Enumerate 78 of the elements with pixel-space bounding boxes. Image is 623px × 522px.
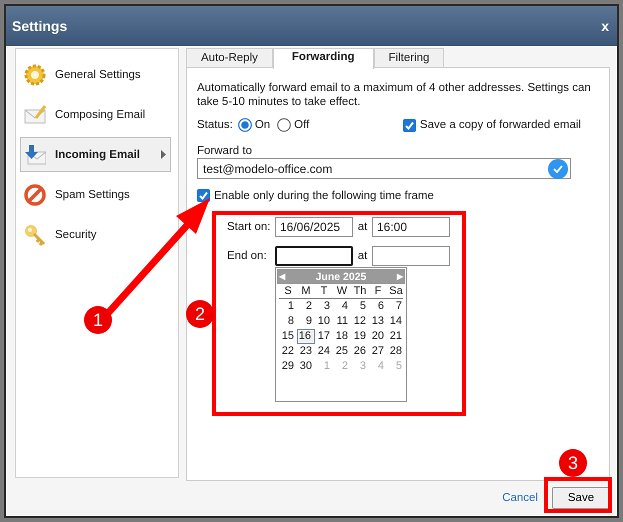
calendar-day[interactable]: 4 <box>333 299 351 314</box>
radio-button[interactable] <box>277 118 292 132</box>
month-title: June 2025 <box>316 270 366 282</box>
checkbox[interactable] <box>402 118 416 132</box>
calendar-day[interactable]: 30 <box>297 359 315 374</box>
weekday-label: S <box>283 284 293 298</box>
checkbox-label: Enable only during the following time frame <box>214 190 434 202</box>
check-icon <box>548 158 568 178</box>
radio-label: Off <box>294 119 310 131</box>
cancel-link[interactable]: Cancel <box>502 492 538 504</box>
prohibited-icon <box>24 184 46 206</box>
close-button[interactable]: x <box>601 18 609 34</box>
status-label: Status: <box>197 119 233 131</box>
calendar-day[interactable]: 11 <box>333 314 351 329</box>
weekday-label: W <box>336 284 348 298</box>
calendar-day[interactable]: 25 <box>333 344 351 359</box>
weekday-label: Sa <box>388 284 404 298</box>
envelope-pencil-icon <box>24 104 46 126</box>
calendar-day[interactable]: 24 <box>315 344 333 359</box>
email-field[interactable]: test@modelo-office.com <box>197 158 571 179</box>
calendar-day[interactable]: 3 <box>315 299 333 314</box>
sidebar-item[interactable]: Incoming Email <box>20 137 171 172</box>
date-field[interactable]: 16/06/2025 <box>275 217 353 237</box>
calendar-day[interactable]: 20 <box>369 329 387 344</box>
calendar-day[interactable]: 14 <box>387 314 405 329</box>
calendar-day[interactable]: 10 <box>315 314 333 329</box>
caret-icon <box>161 150 166 159</box>
field-label: End on: <box>227 250 268 262</box>
weekday-label: T <box>320 284 328 298</box>
radio-label: On <box>254 119 270 131</box>
time-field[interactable] <box>372 246 450 266</box>
sidebar-item[interactable]: Composing Email <box>20 97 171 132</box>
calendar-day[interactable]: 6 <box>369 299 387 314</box>
calendar-day[interactable]: 22 <box>279 344 297 359</box>
key-icon <box>24 224 46 246</box>
radio-button[interactable] <box>238 118 252 132</box>
gear-icon <box>24 64 46 86</box>
description-text: Automatically forward email to a maximum of 4 other addresses. Settings can take 5-10 minutes to take effect. <box>197 81 592 109</box>
calendar-day[interactable]: 9 <box>297 314 315 329</box>
sidebar-item[interactable]: Security <box>20 217 171 252</box>
field-label: Start on: <box>227 221 272 233</box>
envelope-download-icon <box>24 144 46 166</box>
calendar-day[interactable]: 12 <box>351 314 369 329</box>
calendar-day[interactable]: 13 <box>369 314 387 329</box>
sidebar-item[interactable]: Spam Settings <box>20 177 171 212</box>
calendar-day[interactable]: 23 <box>297 344 315 359</box>
save-button[interactable]: Save <box>552 487 610 509</box>
weekday-label: F <box>374 284 382 298</box>
calendar-day[interactable]: 7 <box>387 299 405 314</box>
calendar-day[interactable]: 28 <box>387 344 405 359</box>
time-field[interactable]: 16:00 <box>372 217 450 237</box>
calendar-day[interactable]: 5 <box>351 299 369 314</box>
tab[interactable]: Forwarding <box>272 48 374 69</box>
highlight-frame <box>544 477 612 513</box>
tab[interactable]: Filtering <box>374 48 444 68</box>
calendar-day[interactable]: 2 <box>297 299 315 314</box>
weekday-label: M <box>300 284 312 298</box>
checkbox-label: Save a copy of forwarded email <box>420 119 581 131</box>
calendar-day[interactable]: 29 <box>279 359 297 374</box>
date-field[interactable] <box>275 246 353 266</box>
field-label: Forward to <box>197 145 253 157</box>
tab[interactable]: Auto-Reply <box>186 48 273 68</box>
at-label: at <box>356 221 368 233</box>
calendar-day[interactable]: 1 <box>279 299 297 314</box>
calendar-day[interactable]: 17 <box>315 329 333 344</box>
sidebar-item[interactable]: General Settings <box>20 57 171 92</box>
calendar-day[interactable]: 15 <box>279 329 297 344</box>
calendar-day[interactable]: 18 <box>333 329 351 344</box>
window-title: Settings <box>12 18 68 34</box>
calendar-day[interactable]: 8 <box>279 314 297 329</box>
checkbox[interactable] <box>197 189 210 202</box>
weekday-label: Th <box>352 284 368 298</box>
calendar-day[interactable]: 21 <box>387 329 405 344</box>
calendar-day[interactable]: 26 <box>351 344 369 359</box>
calendar-day[interactable]: 27 <box>369 344 387 359</box>
calendar-day[interactable]: 19 <box>351 329 369 344</box>
at-label: at <box>356 250 368 262</box>
calendar-day[interactable]: 16 <box>297 329 315 344</box>
